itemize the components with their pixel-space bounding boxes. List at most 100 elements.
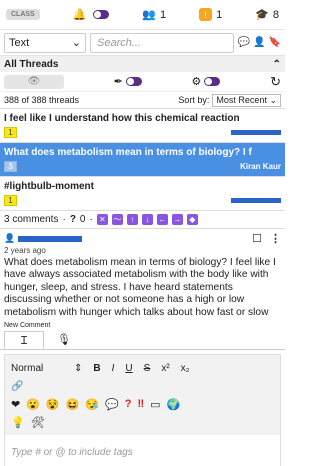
group-icon: 👥 [142,9,157,21]
dizzy-emoji-icon[interactable]: 😵 [46,398,60,411]
separator-dot: · [89,214,93,225]
microphone-icon: 🎙 [57,334,71,346]
reply-count-badge: 3 [4,161,17,172]
cap-count: 8 [272,8,279,21]
bell-icon: 🔔 [72,9,87,21]
alert-icon: ! [199,8,213,21]
question-count: 0 [79,214,86,225]
thread-title: What does metabolism mean in terms of bi… [4,147,252,158]
group-count: 1 [160,8,167,21]
post-body: What does metabolism mean in terms of bi… [4,257,276,318]
tab-audio[interactable]: 🎙 [44,331,84,349]
sleepy-emoji-icon[interactable]: 😪 [85,398,99,411]
comment-editor: Normal ⇕ B I U S x² x₂ 🔗 ❤ 😮 😵 😆 😪 💬 ? ‼… [4,354,281,466]
lightbulb-icon[interactable]: 💡 [11,416,25,429]
separator: · [62,214,66,225]
bell-toggle[interactable]: 🔔 [73,8,110,21]
exclamation-emoji-icon[interactable]: ‼ [137,398,144,410]
highlight-switch[interactable] [125,77,142,86]
user-avatar-icon: 👤 [4,233,16,243]
card-icon[interactable]: ▭ [150,398,160,411]
editor-toolbar: Normal ⇕ B I U S x² x₂ 🔗 ❤ 😮 😵 😆 😪 💬 ? ‼… [5,355,280,435]
chat-icon[interactable]: 💬 [238,37,250,48]
composer-tabs: Ɪ 🎙 [0,330,285,350]
smile-emoji-icon[interactable]: 😆 [66,398,80,411]
sort-control: Sort by: Most Recent ⌄ [178,93,281,107]
search-filter-icons: 💬 👤 🔖 [238,37,281,48]
sort-value: Most Recent [216,94,267,105]
thread-count: 388 of 388 threads [4,95,80,105]
cap-counter[interactable]: 🎓 8 [255,8,279,22]
italic-button[interactable]: I [112,363,115,374]
thread-stats: 3 comments · ? 0 · ✕ 〜 ↑ ↓ ← → ◆ [0,211,285,229]
strike-button[interactable]: S [144,363,151,374]
refresh-icon[interactable]: ↻ [270,74,281,90]
search-bar: Text ⌄ Search... 💬 👤 🔖 [0,30,285,56]
thread-author: Kiran Kaur [240,162,281,171]
tags-input[interactable]: Type # or @ to include tags [5,435,280,466]
alert-count: 1 [216,8,223,21]
users-icon[interactable]: 👤 [253,37,265,48]
gear-icon: ⚙ [191,76,202,88]
bell-switch[interactable] [93,10,110,19]
more-options-icon[interactable]: ⋮ [270,232,281,245]
bookmark-icon[interactable]: ☐ [252,232,262,245]
diamond-icon[interactable]: ◆ [186,214,198,225]
arrow-right-icon[interactable]: → [171,214,183,225]
search-type-select[interactable]: Text ⌄ [4,32,86,53]
question-icon: ? [69,214,76,225]
chevron-down-icon: ⌄ [71,37,81,49]
reply-count-badge: 1 [4,195,17,206]
username-redacted-bar [18,235,83,242]
visibility-button[interactable]: 👁 [4,74,64,89]
author-redacted-bar [231,130,281,135]
format-chevron-icon: ⇕ [74,362,83,374]
reply-count-badge: 1 [4,127,17,138]
globe-icon[interactable]: 🌍 [167,398,181,411]
thread-item[interactable]: #lightbulb-moment 1 [0,177,285,211]
threads-header[interactable]: All Threads ⌃ [0,56,285,72]
group-counter[interactable]: 👥 1 [142,8,167,22]
thread-title: #lightbulb-moment [4,181,94,192]
class-label[interactable]: CLASS [6,9,40,20]
tools-icon[interactable]: 🛠 [31,416,45,429]
bold-button[interactable]: B [93,363,100,374]
thread-title: I feel like I understand how this chemic… [4,113,240,124]
format-select[interactable]: Normal [11,363,63,374]
thread-item[interactable]: I feel like I understand how this chemic… [0,109,285,143]
text-cursor-icon: Ɪ [20,334,28,347]
highlight-filter[interactable]: ✒ [114,75,142,88]
collapse-icon[interactable]: ⌃ [273,59,281,70]
sort-label: Sort by: [178,95,210,105]
eye-icon: 👁 [27,76,41,87]
arrow-up-icon[interactable]: ↑ [126,214,138,225]
sort-select[interactable]: Most Recent ⌄ [212,93,281,107]
arrow-left-icon[interactable]: ← [156,214,168,225]
comments-count: 3 comments [4,214,59,225]
graduation-cap-icon: 🎓 [255,9,269,21]
thread-item-active[interactable]: What does metabolism mean in terms of bi… [0,143,285,177]
surprised-emoji-icon[interactable]: 😮 [26,398,40,411]
wave-icon[interactable]: 〜 [111,214,123,225]
alert-counter[interactable]: ! 1 [199,8,222,21]
search-input[interactable]: Search... [90,32,234,53]
author-redacted-bar [231,198,281,203]
subscript-button[interactable]: x₂ [181,363,190,374]
threads-title: All Threads [4,58,59,70]
question-emoji-icon[interactable]: ? [125,398,132,410]
tab-text-format[interactable]: Ɪ [4,331,44,349]
highlighter-icon: ✒ [113,76,123,88]
gear-filter[interactable]: ⚙ [192,75,221,88]
speech-bubble-icon[interactable]: 💬 [105,398,119,411]
underline-button[interactable]: U [125,363,132,374]
arrow-down-icon[interactable]: ↓ [141,214,153,225]
gear-switch[interactable] [204,77,221,86]
close-icon[interactable]: ✕ [96,214,108,225]
search-type-value: Text [9,36,30,49]
heart-emoji-icon[interactable]: ❤ [11,398,20,411]
bookmark-icon[interactable]: 🔖 [269,37,281,48]
link-icon[interactable]: 🔗 [11,381,23,392]
superscript-button[interactable]: x² [161,363,169,374]
post: 👤 ☐ ⋮ 2 years ago What does metabolism m… [0,229,285,321]
thread-filters: 👁 ✒ ⚙ ↻ [0,72,285,92]
